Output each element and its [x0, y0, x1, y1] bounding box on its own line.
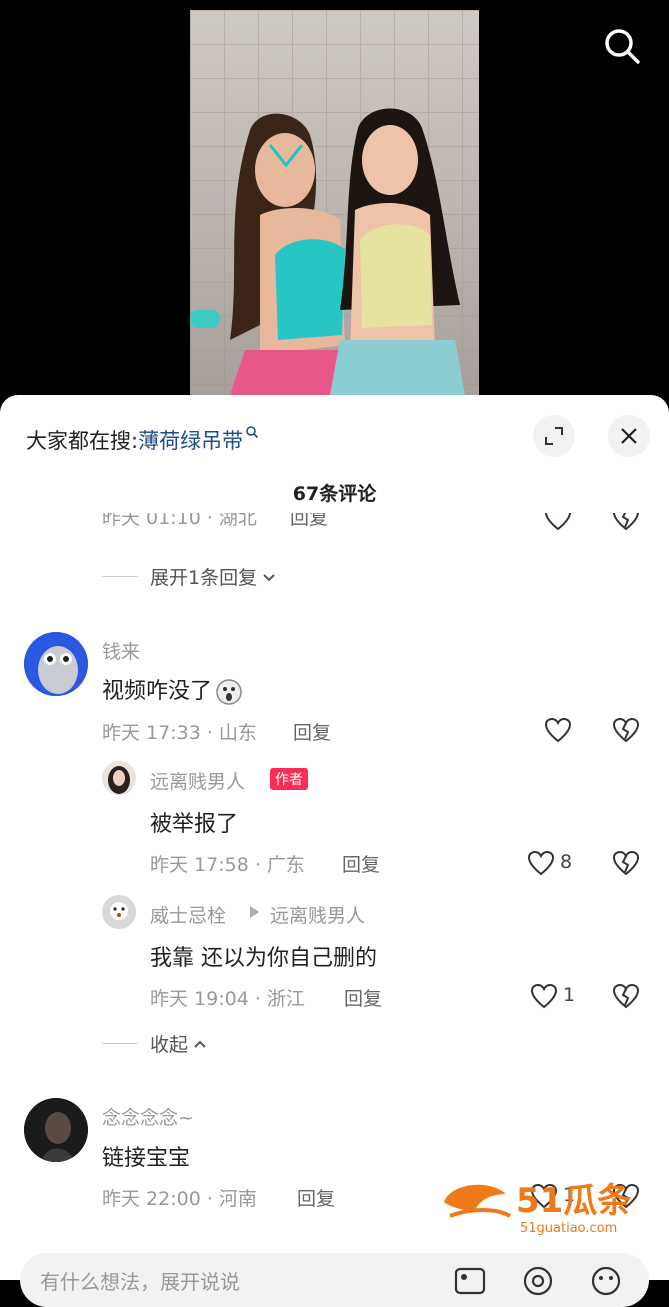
video-frame[interactable]	[190, 10, 479, 395]
avatar[interactable]	[24, 632, 88, 696]
reply-arrow-icon	[250, 906, 259, 918]
reply-username[interactable]: 威士忌栓	[150, 901, 226, 928]
like-icon[interactable]	[527, 850, 555, 876]
reply-button[interactable]: 回复	[297, 1184, 335, 1211]
comment-username[interactable]: 钱来	[102, 637, 140, 664]
previous-comment-clipped: 昨天 01:10 · 湖北 回复	[0, 513, 669, 541]
watermark-brand: 51瓜条	[516, 1181, 631, 1221]
reply-button[interactable]: 回复	[293, 718, 331, 745]
image-icon[interactable]	[454, 1267, 486, 1295]
comment-count: 67条评论	[292, 483, 377, 505]
hot-search-prefix: 大家都在搜:	[26, 429, 139, 453]
mention-icon[interactable]	[522, 1266, 554, 1296]
avatar[interactable]	[24, 1098, 88, 1162]
comment-meta: 昨天 01:10 · 湖北	[102, 513, 257, 529]
reply-text: 被举报了	[150, 812, 239, 837]
dislike-icon[interactable]	[612, 850, 640, 876]
comment-text: 链接宝宝	[102, 1146, 191, 1171]
reply-text: 我靠 还以为你自己删的	[150, 946, 377, 971]
hot-search-keyword[interactable]: 薄荷绿吊带	[138, 429, 243, 453]
close-icon	[621, 428, 637, 444]
video-player[interactable]	[0, 0, 669, 420]
reply-username[interactable]: 远离贱男人	[150, 767, 245, 794]
dislike-icon[interactable]	[612, 983, 640, 1009]
dislike-icon[interactable]	[612, 513, 640, 531]
video-people-image	[190, 108, 465, 395]
expand-replies-label: 展开1条回复	[150, 567, 258, 589]
reply-button[interactable]: 回复	[344, 984, 382, 1011]
reply-button[interactable]: 回复	[290, 513, 328, 530]
expand-replies-button[interactable]: 展开1条回复	[102, 563, 277, 590]
fullscreen-button[interactable]	[533, 415, 575, 457]
comments-sheet: 大家都在搜:薄荷绿吊带 67条评论 昨天 01:10 · 湖北 回复 展开1条回…	[0, 395, 669, 1280]
reply-meta: 昨天 17:58 · 广东	[150, 854, 305, 876]
like-count: 1	[563, 984, 576, 1006]
watermark-url: 51guatiao.com	[520, 1221, 617, 1236]
comment-text: 视频咋没了	[102, 673, 244, 707]
collapse-replies-button[interactable]: 收起	[102, 1030, 208, 1057]
chevron-up-icon	[194, 1040, 206, 1048]
shocked-emoji-icon	[216, 679, 242, 705]
reply-to-username[interactable]: 远离贱男人	[270, 901, 365, 928]
search-button[interactable]	[602, 26, 642, 66]
like-icon[interactable]	[544, 513, 572, 531]
like-icon[interactable]	[530, 983, 558, 1009]
avatar[interactable]	[102, 895, 136, 929]
comment-meta: 昨天 22:00 · 河南	[102, 1188, 257, 1210]
watermark-logo: 51瓜条 51guatiao.com	[444, 1181, 631, 1236]
avatar-image	[24, 1098, 88, 1162]
expand-icon	[545, 427, 563, 445]
avatar-image	[102, 895, 136, 929]
comment-meta: 昨天 17:33 · 山东	[102, 722, 257, 744]
avatar-image	[102, 761, 136, 795]
small-search-icon	[246, 426, 259, 439]
comment-username[interactable]: 念念念念~	[102, 1103, 194, 1130]
collapse-replies-label: 收起	[150, 1034, 189, 1056]
site-watermark: 51瓜条 51guatiao.com	[440, 1172, 650, 1236]
reply-button[interactable]: 回复	[342, 850, 380, 877]
comment-input-placeholder: 有什么想法，展开说说	[40, 1270, 240, 1294]
dislike-icon[interactable]	[612, 717, 640, 743]
chevron-down-icon	[263, 573, 275, 581]
close-button[interactable]	[608, 415, 650, 457]
avatar[interactable]	[102, 761, 136, 795]
like-count: 8	[560, 851, 573, 873]
reply-meta: 昨天 19:04 · 浙江	[150, 988, 305, 1010]
avatar-image	[24, 632, 88, 696]
comment-input[interactable]: 有什么想法，展开说说	[20, 1253, 649, 1307]
author-badge: 作者	[270, 768, 308, 790]
emoji-icon[interactable]	[590, 1266, 622, 1296]
hot-search-bar[interactable]: 大家都在搜:薄荷绿吊带	[26, 425, 259, 455]
like-icon[interactable]	[544, 717, 572, 743]
search-icon	[605, 29, 640, 64]
